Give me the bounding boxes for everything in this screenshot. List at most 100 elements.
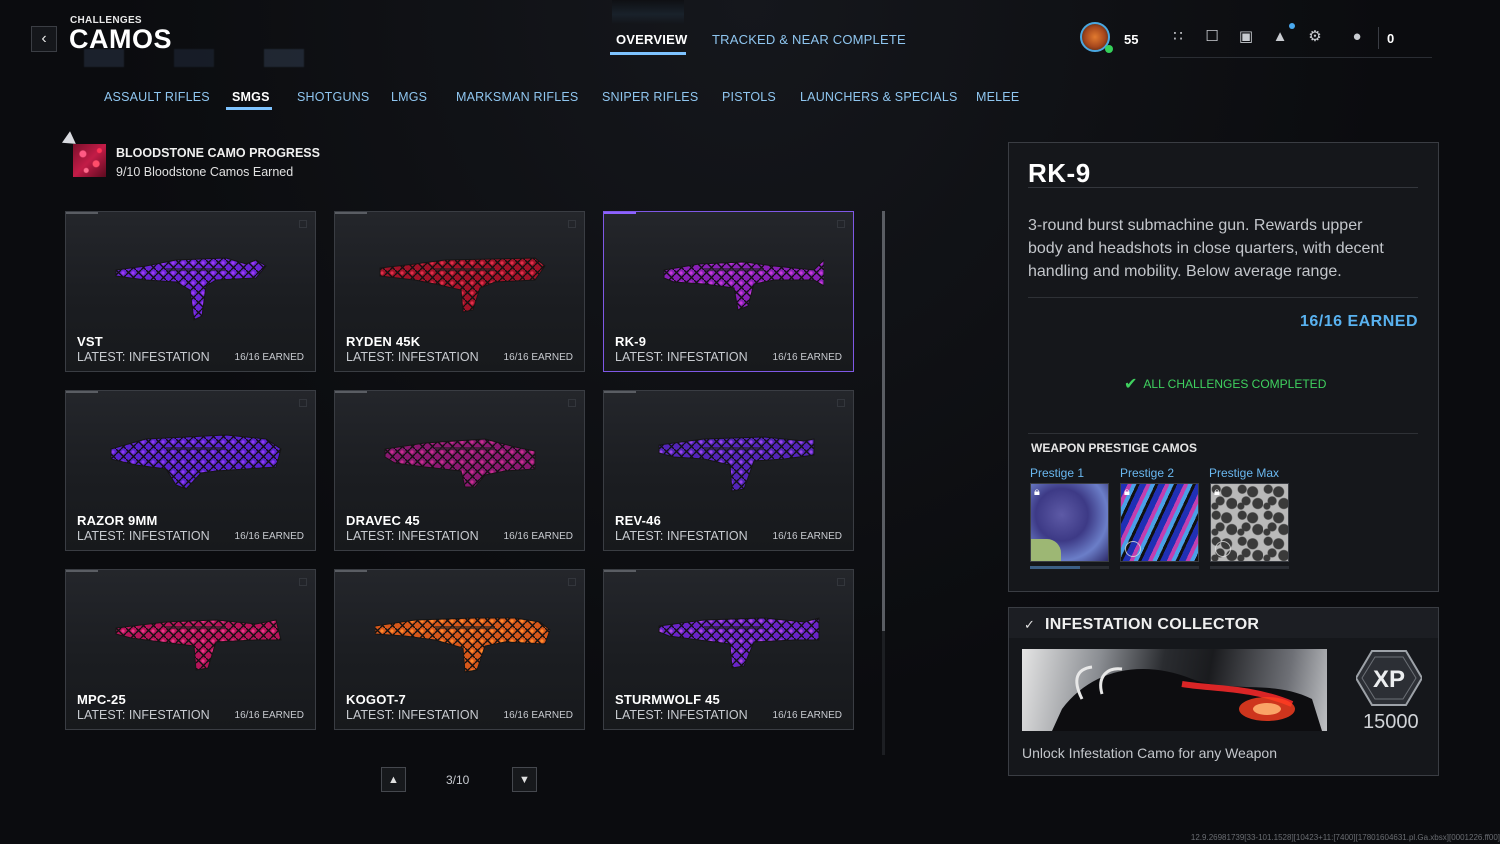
prestige-camos-title: WEAPON PRESTIGE CAMOS	[1031, 441, 1198, 455]
tab-marksman-rifles[interactable]: MARKSMAN RIFLES	[456, 90, 578, 104]
weapon-earned: 16/16 EARNED	[503, 710, 573, 721]
tab-smgs[interactable]: SMGS	[232, 90, 270, 104]
challenge-reward-image	[1022, 649, 1327, 731]
weapon-earned: 16/16 EARNED	[772, 531, 842, 542]
page-indicator: 3/10	[446, 773, 470, 787]
card-corner-icon	[837, 578, 845, 586]
weapon-card[interactable]: KOGOT-7 LATEST: INFESTATION 16/16 EARNED	[334, 569, 585, 730]
weapon-card[interactable]: MPC-25 LATEST: INFESTATION 16/16 EARNED	[65, 569, 316, 730]
weapon-latest-camo: LATEST: INFESTATION	[77, 708, 210, 722]
card-top-accent	[66, 570, 98, 572]
page-up-button[interactable]: ▲	[381, 767, 406, 792]
prestige-2-camo-tile[interactable]: 🔒︎	[1120, 483, 1199, 562]
card-corner-icon	[837, 220, 845, 228]
weapon-earned: 16/16 EARNED	[503, 352, 573, 363]
weapon-image	[110, 434, 282, 490]
weapon-name: KOGOT-7	[346, 692, 406, 707]
chevron-up-icon: ▲	[388, 773, 399, 786]
prestige-badge-icon	[1035, 541, 1051, 557]
card-corner-icon	[568, 578, 576, 586]
weapon-name: REV-46	[615, 513, 662, 528]
xp-badge-icon: XP	[1356, 650, 1422, 706]
prestige-max-progress-bar	[1210, 566, 1289, 569]
weapon-earned: 16/16 EARNED	[234, 710, 304, 721]
card-top-accent	[66, 391, 98, 393]
weapon-name: RK-9	[615, 334, 647, 349]
tab-pistols[interactable]: PISTOLS	[722, 90, 776, 104]
prestige-max-camo-tile[interactable]: 🔒︎	[1210, 483, 1289, 562]
card-corner-icon	[837, 399, 845, 407]
party-count: 0	[1387, 31, 1395, 46]
store-icon[interactable]: ▣	[1235, 26, 1257, 48]
tab-tracked-near-complete[interactable]: TRACKED & NEAR COMPLETE	[712, 32, 906, 47]
tab-sniper-rifles[interactable]: SNIPER RIFLES	[602, 90, 698, 104]
xp-amount: 15000	[1363, 711, 1419, 733]
tab-overview[interactable]: OVERVIEW	[616, 32, 687, 47]
page-down-button[interactable]: ▼	[512, 767, 537, 792]
player-level: 55	[1124, 32, 1139, 47]
header-separator	[1378, 27, 1379, 49]
weapon-name: VST	[77, 334, 103, 349]
prestige-badge-icon	[1125, 541, 1141, 557]
detail-divider	[1028, 433, 1418, 434]
weapon-image	[663, 259, 824, 311]
prestige-max-label: Prestige Max	[1209, 466, 1280, 480]
tab-glow-decoration	[612, 0, 684, 24]
card-corner-icon	[299, 220, 307, 228]
weapon-card[interactable]: RAZOR 9MM LATEST: INFESTATION 16/16 EARNED	[65, 390, 316, 551]
checkmark-icon: ✔	[1124, 376, 1138, 393]
weapon-latest-camo: LATEST: INFESTATION	[346, 350, 479, 364]
card-top-accent	[604, 212, 636, 214]
party-icon[interactable]: ●	[1346, 26, 1368, 48]
weapon-card[interactable]: REV-46 LATEST: INFESTATION 16/16 EARNED	[603, 390, 854, 551]
tab-shotguns[interactable]: SHOTGUNS	[297, 90, 369, 104]
challenges-complete-status: ✔ ALL CHALLENGES COMPLETED	[1124, 374, 1326, 394]
prestige-badge-icon	[1215, 541, 1231, 557]
detail-divider	[1028, 187, 1418, 188]
weapon-card[interactable]: STURMWOLF 45 LATEST: INFESTATION 16/16 EAR…	[603, 569, 854, 730]
weapon-image	[379, 257, 546, 313]
unlock-icon[interactable]: ☐	[1201, 26, 1223, 48]
header-divider	[1160, 57, 1432, 58]
prestige-1-camo-tile[interactable]: 🔒︎	[1030, 483, 1109, 562]
build-info: 12.9.26981739[33-101.1528][10423+11:[740…	[1190, 833, 1500, 842]
tab-lmgs[interactable]: LMGS	[391, 90, 427, 104]
back-button[interactable]: ‹	[31, 26, 57, 52]
weapon-name: DRAVEC 45	[346, 513, 420, 528]
weapon-image	[375, 617, 551, 673]
tab-launchers-specials[interactable]: LAUNCHERS & SPECIALS	[800, 90, 958, 104]
scrollbar-thumb[interactable]	[882, 211, 885, 631]
prestige-1-progress-fill	[1030, 566, 1080, 569]
tab-assault-rifles[interactable]: ASSAULT RIFLES	[104, 90, 210, 104]
prestige-2-progress-bar	[1120, 566, 1199, 569]
lock-icon: 🔒︎	[1214, 486, 1220, 498]
weapon-card[interactable]: RYDEN 45K LATEST: INFESTATION 16/16 EARNED	[334, 211, 585, 372]
weapon-name: RYDEN 45K	[346, 334, 421, 349]
lock-icon: 🔒︎	[1124, 486, 1130, 498]
check-icon: ✓	[1024, 617, 1035, 632]
weapon-image	[384, 438, 536, 488]
tab-melee[interactable]: MELEE	[976, 90, 1019, 104]
challenges-complete-label: ALL CHALLENGES COMPLETED	[1143, 377, 1327, 391]
card-top-accent	[335, 391, 367, 393]
weapon-card[interactable]: VST LATEST: INFESTATION 16/16 EARNED	[65, 211, 316, 372]
grid-menu-icon[interactable]: ∷	[1167, 26, 1189, 48]
weapon-latest-camo: LATEST: INFESTATION	[346, 529, 479, 543]
weapon-card[interactable]: RK-9 LATEST: INFESTATION 16/16 EARNED	[603, 211, 854, 372]
card-corner-icon	[568, 399, 576, 407]
gear-icon[interactable]: ⚙	[1304, 26, 1326, 48]
weapon-latest-camo: LATEST: INFESTATION	[346, 708, 479, 722]
chevron-left-icon: ‹	[41, 30, 47, 47]
weapon-image	[115, 257, 267, 321]
card-top-accent	[66, 212, 98, 214]
card-corner-icon	[568, 220, 576, 228]
weapon-image	[115, 619, 282, 671]
xp-label: XP	[1373, 666, 1405, 693]
weapon-earned: 16/16 EARNED	[503, 531, 573, 542]
weapon-earned: 16/16 EARNED	[234, 531, 304, 542]
camo-progress-subtitle: 9/10 Bloodstone Camos Earned	[116, 165, 294, 179]
challenge-title: INFESTATION COLLECTOR	[1045, 616, 1260, 633]
bell-icon[interactable]: ▲	[1269, 26, 1291, 48]
weapon-card[interactable]: DRAVEC 45 LATEST: INFESTATION 16/16 EARNED	[334, 390, 585, 551]
weapon-detail-description: 3-round burst submachine gun. Rewards up…	[1028, 217, 1384, 280]
